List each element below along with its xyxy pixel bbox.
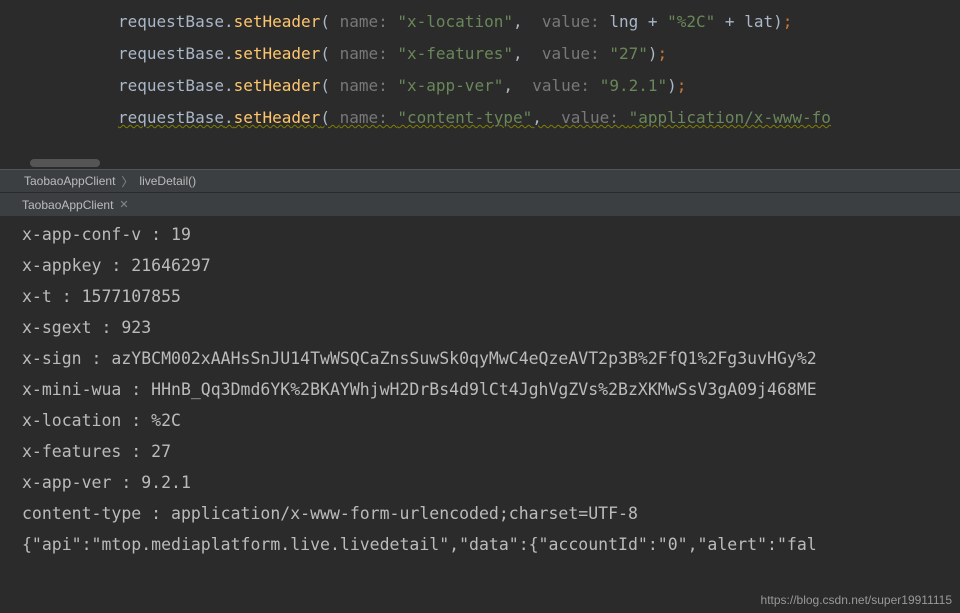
console-line: x-mini-wua : HHnB_Qq3Dmd6YK%2BKAYWhjwH2D… xyxy=(22,374,960,405)
code-line[interactable]: requestBase.setHeader( name: "x-location… xyxy=(0,6,960,38)
watermark: https://blog.csdn.net/super19911115 xyxy=(761,593,952,607)
console-tab-bar: TaobaoAppClient ✕ xyxy=(0,193,960,217)
breadcrumb: TaobaoAppClient 〉 liveDetail() xyxy=(0,169,960,193)
console-line: x-features : 27 xyxy=(22,436,960,467)
code-line[interactable]: requestBase.setHeader( name: "x-app-ver"… xyxy=(0,70,960,102)
close-icon[interactable]: ✕ xyxy=(119,198,128,211)
console-line: x-appkey : 21646297 xyxy=(22,250,960,281)
console-line: content-type : application/x-www-form-ur… xyxy=(22,498,960,529)
tab-taobaoappclient[interactable]: TaobaoAppClient ✕ xyxy=(22,198,129,212)
breadcrumb-class[interactable]: TaobaoAppClient xyxy=(18,174,121,188)
console-line: x-app-ver : 9.2.1 xyxy=(22,467,960,498)
tab-label: TaobaoAppClient xyxy=(22,198,113,212)
console-line: x-sign : azYBCM002xAAHsSnJU14TwWSQCaZnsS… xyxy=(22,343,960,374)
chevron-right-icon: 〉 xyxy=(121,173,133,190)
console-line: x-sgext : 923 xyxy=(22,312,960,343)
code-line[interactable]: requestBase.setHeader( name: "x-features… xyxy=(0,38,960,70)
horizontal-scrollbar-track[interactable] xyxy=(0,157,960,169)
console-line: x-t : 1577107855 xyxy=(22,281,960,312)
code-line[interactable]: requestBase.setHeader( name: "content-ty… xyxy=(0,102,960,134)
breadcrumb-method[interactable]: liveDetail() xyxy=(133,174,202,188)
console-line: x-app-conf-v : 19 xyxy=(22,219,960,250)
horizontal-scrollbar-thumb[interactable] xyxy=(30,159,100,167)
code-editor[interactable]: requestBase.setHeader( name: "x-location… xyxy=(0,0,960,155)
console-line: x-location : %2C xyxy=(22,405,960,436)
console-line: {"api":"mtop.mediaplatform.live.livedeta… xyxy=(22,529,960,560)
console-output[interactable]: x-app-conf-v : 19x-appkey : 21646297x-t … xyxy=(0,217,960,560)
